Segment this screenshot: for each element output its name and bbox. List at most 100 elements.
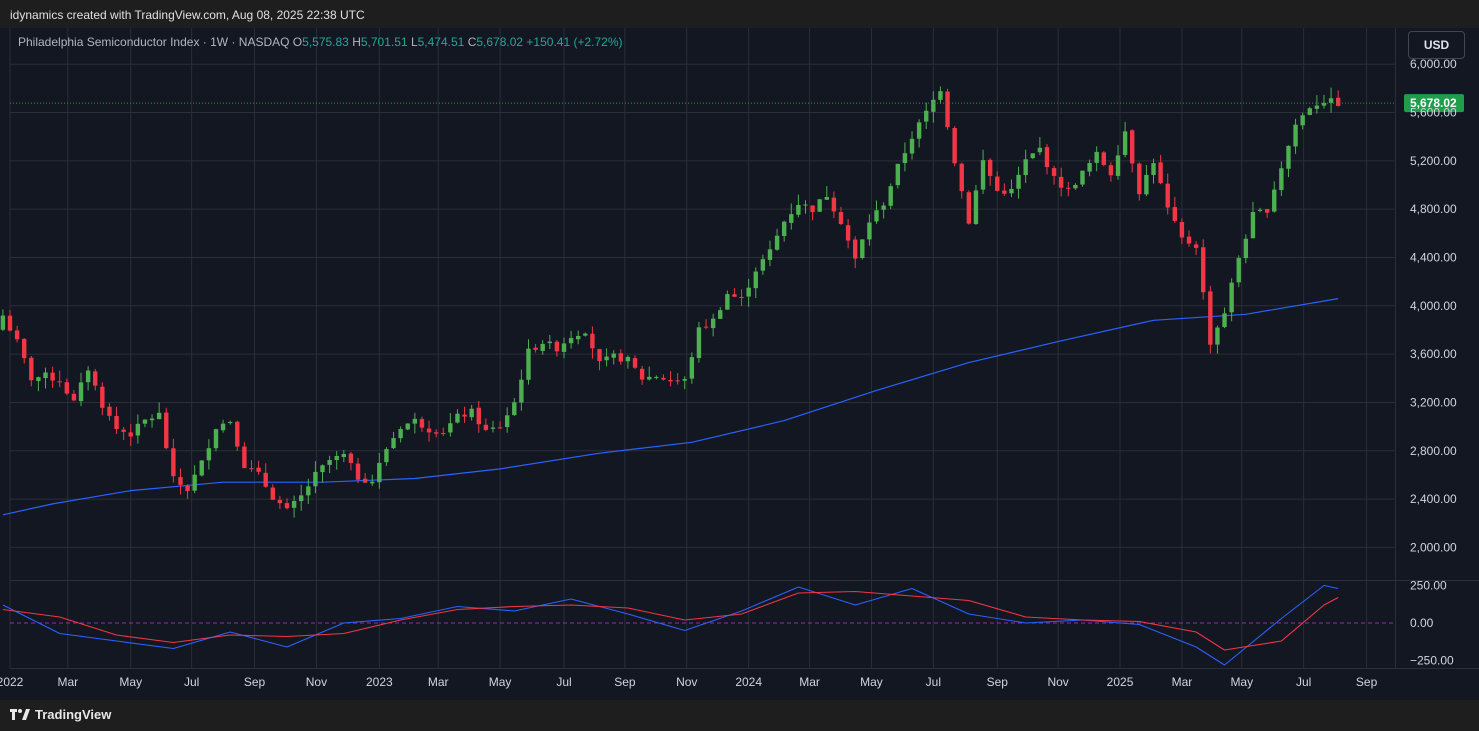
candle-body <box>1236 258 1241 283</box>
candle-body <box>526 348 531 380</box>
candle-body <box>1058 176 1064 188</box>
price-axis[interactable]: 2,000.00 2,400.00 2,800.00 3,200.00 3,600.00… <box>1410 57 1457 554</box>
candle-body <box>824 196 829 200</box>
candle-body <box>725 294 730 310</box>
candle-body <box>299 495 304 502</box>
candle-body <box>867 222 872 240</box>
candle-body <box>490 427 496 429</box>
candle-body <box>654 376 659 378</box>
candle-body <box>1250 212 1256 239</box>
candle-body <box>817 199 822 212</box>
candle-body <box>1101 152 1106 165</box>
candle-body <box>1300 115 1305 126</box>
candle-body <box>355 463 361 480</box>
candle-body <box>1044 147 1050 168</box>
candle-body <box>980 160 986 190</box>
time-tick-label: Jul <box>926 675 941 689</box>
candle-body <box>554 341 560 352</box>
candle-body <box>746 287 751 297</box>
candle-body <box>1030 153 1035 159</box>
candle-body <box>931 99 936 112</box>
currency-button[interactable]: USD <box>1408 31 1465 59</box>
candle-body <box>206 448 212 461</box>
time-tick-label: Sep <box>987 675 1009 689</box>
candle-body <box>767 249 773 260</box>
time-tick-label: May <box>1230 675 1253 689</box>
candle-body <box>547 341 552 344</box>
candle-body <box>370 481 375 484</box>
candle-body <box>1009 188 1014 194</box>
candle-body <box>242 446 247 469</box>
candle-body <box>93 371 98 386</box>
candle-body <box>1314 105 1320 109</box>
candle-body <box>185 485 190 492</box>
candle-body <box>604 356 609 361</box>
low-value: 5,474.51 <box>417 35 465 49</box>
candle-body <box>924 110 929 122</box>
candle-body <box>391 438 396 449</box>
candle-body <box>916 122 922 139</box>
candle-body <box>568 338 574 344</box>
osc-tick-label: 250.00 <box>1410 579 1447 593</box>
candle-body <box>774 235 780 250</box>
candle-body <box>1087 163 1092 172</box>
candle-body <box>156 412 162 420</box>
close-value: 5,678.02 <box>476 35 524 49</box>
price-tick-label: 4,400.00 <box>1410 250 1457 264</box>
candle-body <box>100 386 105 408</box>
candle-body <box>164 412 169 449</box>
osc-slow-line <box>2 590 1339 651</box>
candle-body <box>1222 313 1227 328</box>
candle-body <box>1073 184 1078 189</box>
time-tick-label: Mar <box>1172 675 1193 689</box>
candle-body <box>142 419 148 424</box>
price-tick-label: 6,000.00 <box>1410 57 1457 71</box>
candle-body <box>1016 174 1021 189</box>
oscillator-pane[interactable]: 250.00 0.00 −250.00 <box>2 579 1454 668</box>
candle-body <box>689 357 695 379</box>
time-axis[interactable]: 2022 Mar May Jul Sep Nov 2023 Mar May Jul Sep Nov 20… <box>0 675 1378 689</box>
candle-body <box>639 368 645 380</box>
candle-body <box>114 416 119 430</box>
candle-body <box>469 408 474 418</box>
price-tick-label: 3,600.00 <box>1410 347 1457 361</box>
candle-body <box>270 487 275 500</box>
candle-body <box>1151 163 1156 175</box>
time-tick-label: Jul <box>556 675 571 689</box>
time-tick-label: 2022 <box>0 675 24 689</box>
candle-body <box>306 486 311 496</box>
candle-body <box>1137 163 1142 195</box>
candle-body <box>36 377 41 381</box>
candle-body <box>625 356 631 362</box>
candle-body <box>462 414 467 417</box>
price-tick-label: 3,200.00 <box>1410 395 1457 409</box>
candle-body <box>1158 162 1163 184</box>
candle-body <box>220 423 226 431</box>
candle-body <box>320 465 325 473</box>
candle-body <box>14 330 20 340</box>
chart-svg[interactable]: 5,678.02 2,000.00 2,400.00 2,800.00 3,200.0… <box>0 28 1479 700</box>
candle-body <box>227 422 233 424</box>
candle-body <box>1208 291 1213 345</box>
candle-body <box>945 91 950 128</box>
candle-body <box>881 205 886 210</box>
candle-body <box>888 186 893 206</box>
tradingview-logo[interactable]: TradingView <box>10 707 111 722</box>
osc-tick-label: 0.00 <box>1410 616 1434 630</box>
candle-body <box>483 424 489 430</box>
candle-body <box>739 296 744 298</box>
candle-body <box>334 455 339 461</box>
candle-body <box>1328 98 1334 103</box>
candle-body <box>966 192 972 224</box>
candle-body <box>1130 130 1135 164</box>
candle-body <box>377 462 382 483</box>
candle-body <box>405 423 410 430</box>
candle-body <box>895 163 901 186</box>
time-tick-label: Nov <box>1047 675 1068 689</box>
candle-body <box>952 128 957 164</box>
candle-body <box>1272 189 1277 212</box>
change-value: +150.41 (+2.72%) <box>526 35 623 49</box>
candle-body <box>412 418 418 424</box>
candle-body <box>1179 222 1185 238</box>
candle-body <box>647 376 652 380</box>
